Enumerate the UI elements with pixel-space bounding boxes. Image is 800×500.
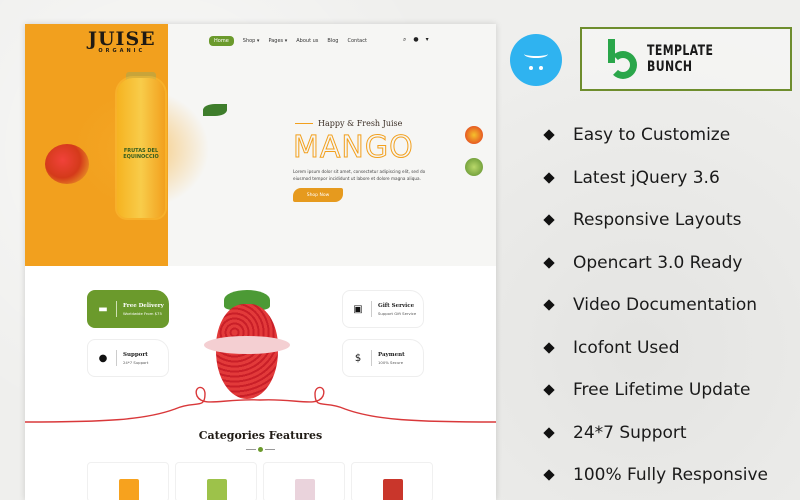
user-icon[interactable]: ● [413, 36, 418, 44]
tagline-text: Happy & Fresh Juise [318, 119, 403, 128]
ornament-icon [257, 446, 263, 452]
main-nav: Home Shop ▾ Pages ▾ About us Blog Contac… [209, 36, 367, 46]
feature-item: Icofont Used [540, 327, 768, 370]
hero-description: Lorem ipsum dolor sit amet, consectetur … [293, 169, 426, 181]
diamond-bullet-icon [543, 172, 555, 184]
logo-title: JUISE [88, 28, 156, 50]
nav-pages[interactable]: Pages ▾ [268, 38, 287, 44]
nav-home[interactable]: Home [209, 36, 234, 46]
feature-item: Responsive Layouts [540, 199, 768, 242]
feature-item: Video Documentation [540, 284, 768, 327]
service-subtitle: Worldwide From $75 [123, 310, 162, 316]
service-gift: ▣ Gift Service Support Gift Service [342, 290, 424, 328]
mango-thumbnail[interactable] [465, 126, 483, 144]
tagline-bar [295, 122, 313, 125]
opencart-cart-icon [524, 50, 548, 58]
title-ornament [243, 446, 277, 452]
juice-bottle-image: FRUTAS DEL EQUINOCCIO [117, 78, 165, 218]
feature-item: Latest jQuery 3.6 [540, 157, 768, 200]
service-title: Free Delivery [123, 302, 164, 309]
categories-title: Categories Features [198, 429, 323, 442]
diamond-bullet-icon [543, 257, 555, 269]
ornament-line [264, 448, 275, 450]
diamond-bullet-icon [543, 214, 555, 226]
mark-stem [608, 39, 615, 63]
opencart-logo [510, 34, 562, 86]
diamond-bullet-icon [543, 384, 555, 396]
template-preview: JUISE ORGANIC Home Shop ▾ Pages ▾ About … [25, 24, 496, 500]
milk-splash [204, 336, 290, 354]
feature-list: Easy to Customize Latest jQuery 3.6 Resp… [540, 114, 768, 497]
service-payment: $ Payment 100% Secure [342, 339, 424, 377]
diamond-bullet-icon [543, 129, 555, 141]
feature-text: Responsive Layouts [573, 210, 742, 231]
diamond-bullet-icon [543, 342, 555, 354]
orange-juice-image [119, 479, 139, 500]
feature-text: Latest jQuery 3.6 [573, 167, 720, 188]
leaf-image [203, 104, 227, 116]
ornament-line [245, 448, 256, 450]
diamond-bullet-icon [543, 299, 555, 311]
template-bunch-mark-icon [606, 39, 639, 79]
feature-text: 100% Fully Responsive [573, 465, 768, 486]
separator [116, 350, 117, 366]
service-subtitle: 100% Secure [378, 359, 404, 365]
money-bag-icon: $ [354, 352, 362, 364]
bottle-label: FRUTAS DEL EQUINOCCIO [123, 148, 159, 160]
search-icon[interactable]: ⌕ [403, 36, 406, 44]
diamond-bullet-icon [543, 427, 555, 439]
category-card[interactable] [351, 462, 433, 500]
feature-text: Easy to Customize [573, 125, 731, 146]
category-card[interactable] [263, 462, 345, 500]
feature-item: Free Lifetime Update [540, 369, 768, 412]
kiwi-thumbnail[interactable] [465, 158, 483, 176]
feature-item: 24*7 Support [540, 412, 768, 455]
headset-icon: ● [98, 352, 108, 364]
diamond-bullet-icon [543, 469, 555, 481]
strawberry-shake-image [295, 479, 315, 500]
feature-text: Opencart 3.0 Ready [573, 252, 743, 273]
brand-name: TEMPLATE BUNCH [646, 43, 714, 75]
nav-shop[interactable]: Shop ▾ [243, 38, 260, 44]
service-free-delivery: ▬ Free Delivery Worldwide From $75 [87, 290, 169, 328]
nav-about[interactable]: About us [296, 38, 318, 44]
service-title: Support [123, 351, 148, 358]
tomato-juice-image [383, 479, 403, 500]
feature-text: Video Documentation [573, 295, 758, 316]
nav-blog[interactable]: Blog [327, 38, 338, 44]
category-card[interactable] [175, 462, 257, 500]
gift-icon: ▣ [353, 303, 363, 315]
service-subtitle: 24*7 Support [123, 359, 149, 365]
ribbon-divider [25, 386, 496, 423]
service-title: Payment [378, 351, 405, 358]
service-support: ● Support 24*7 Support [87, 339, 169, 377]
feature-text: Free Lifetime Update [573, 380, 751, 401]
hero-title: MANGO [293, 130, 414, 166]
truck-icon: ▬ [98, 303, 108, 315]
feature-item: 100% Fully Responsive [540, 454, 768, 497]
service-title: Gift Service [378, 302, 415, 309]
wheel [539, 66, 543, 70]
separator [371, 350, 372, 366]
cart-icon[interactable]: ▾ [426, 36, 429, 44]
separator [371, 301, 372, 317]
service-subtitle: Support Gift Service [378, 310, 417, 316]
category-card[interactable] [87, 462, 169, 500]
feature-item: Easy to Customize [540, 114, 768, 157]
hero-tagline: Happy & Fresh Juise [295, 119, 402, 128]
mango-image [45, 144, 89, 184]
green-juice-image [207, 479, 227, 500]
nav-contact[interactable]: Contact [347, 38, 366, 44]
site-logo[interactable]: JUISE ORGANIC [88, 28, 156, 55]
feature-text: 24*7 Support [573, 422, 687, 443]
shop-now-button[interactable]: Shop Now [293, 188, 343, 202]
feature-text: Icofont Used [573, 337, 680, 358]
template-bunch-logo: TEMPLATE BUNCH [580, 27, 792, 91]
header-icons: ⌕ ● ▾ [403, 36, 429, 44]
separator [116, 301, 117, 317]
wheel [529, 66, 533, 70]
feature-item: Opencart 3.0 Ready [540, 242, 768, 285]
